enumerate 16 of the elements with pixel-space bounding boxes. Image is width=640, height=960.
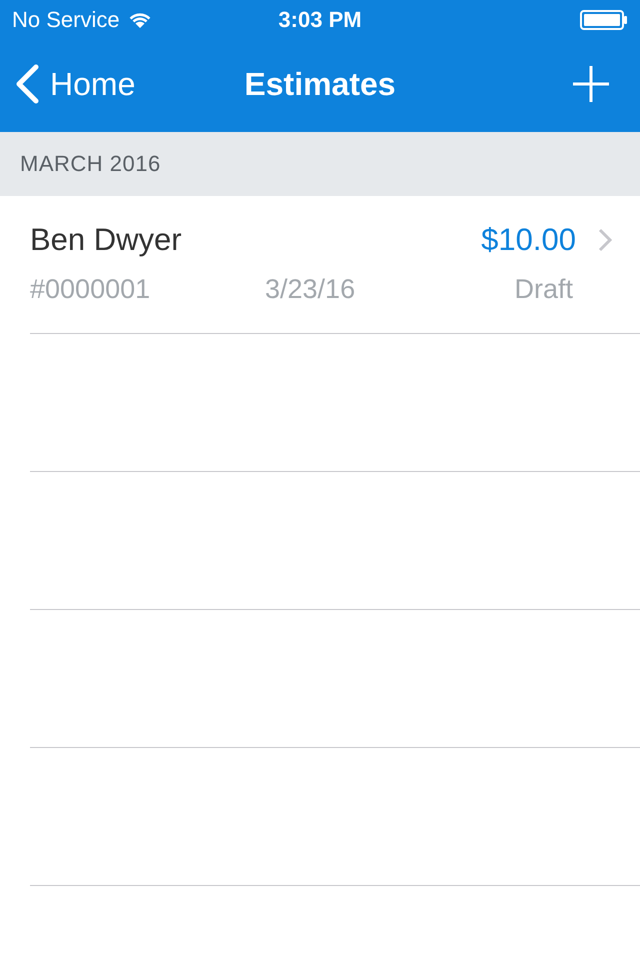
add-icon[interactable] bbox=[572, 65, 610, 103]
back-button[interactable]: Home bbox=[14, 64, 136, 104]
estimate-status: Draft bbox=[514, 274, 573, 305]
estimate-number: #0000001 bbox=[30, 274, 152, 305]
estimate-row[interactable]: Ben Dwyer $10.00 #0000001 3/23/16 Draft bbox=[30, 196, 640, 334]
estimate-amount: $10.00 bbox=[481, 222, 576, 258]
chevron-icon bbox=[598, 228, 612, 252]
section-title: MARCH 2016 bbox=[20, 151, 161, 177]
customer-name: Ben Dwyer bbox=[30, 222, 183, 258]
chevron-icon bbox=[14, 64, 40, 104]
status-time: 3:03 PM bbox=[278, 7, 362, 33]
battery-icon bbox=[580, 10, 628, 30]
wifi-icon bbox=[128, 11, 152, 29]
screen-title: Estimates bbox=[244, 66, 396, 102]
estimate-date: 3/23/16 bbox=[265, 274, 356, 305]
carrier-label: No Service bbox=[12, 7, 120, 33]
